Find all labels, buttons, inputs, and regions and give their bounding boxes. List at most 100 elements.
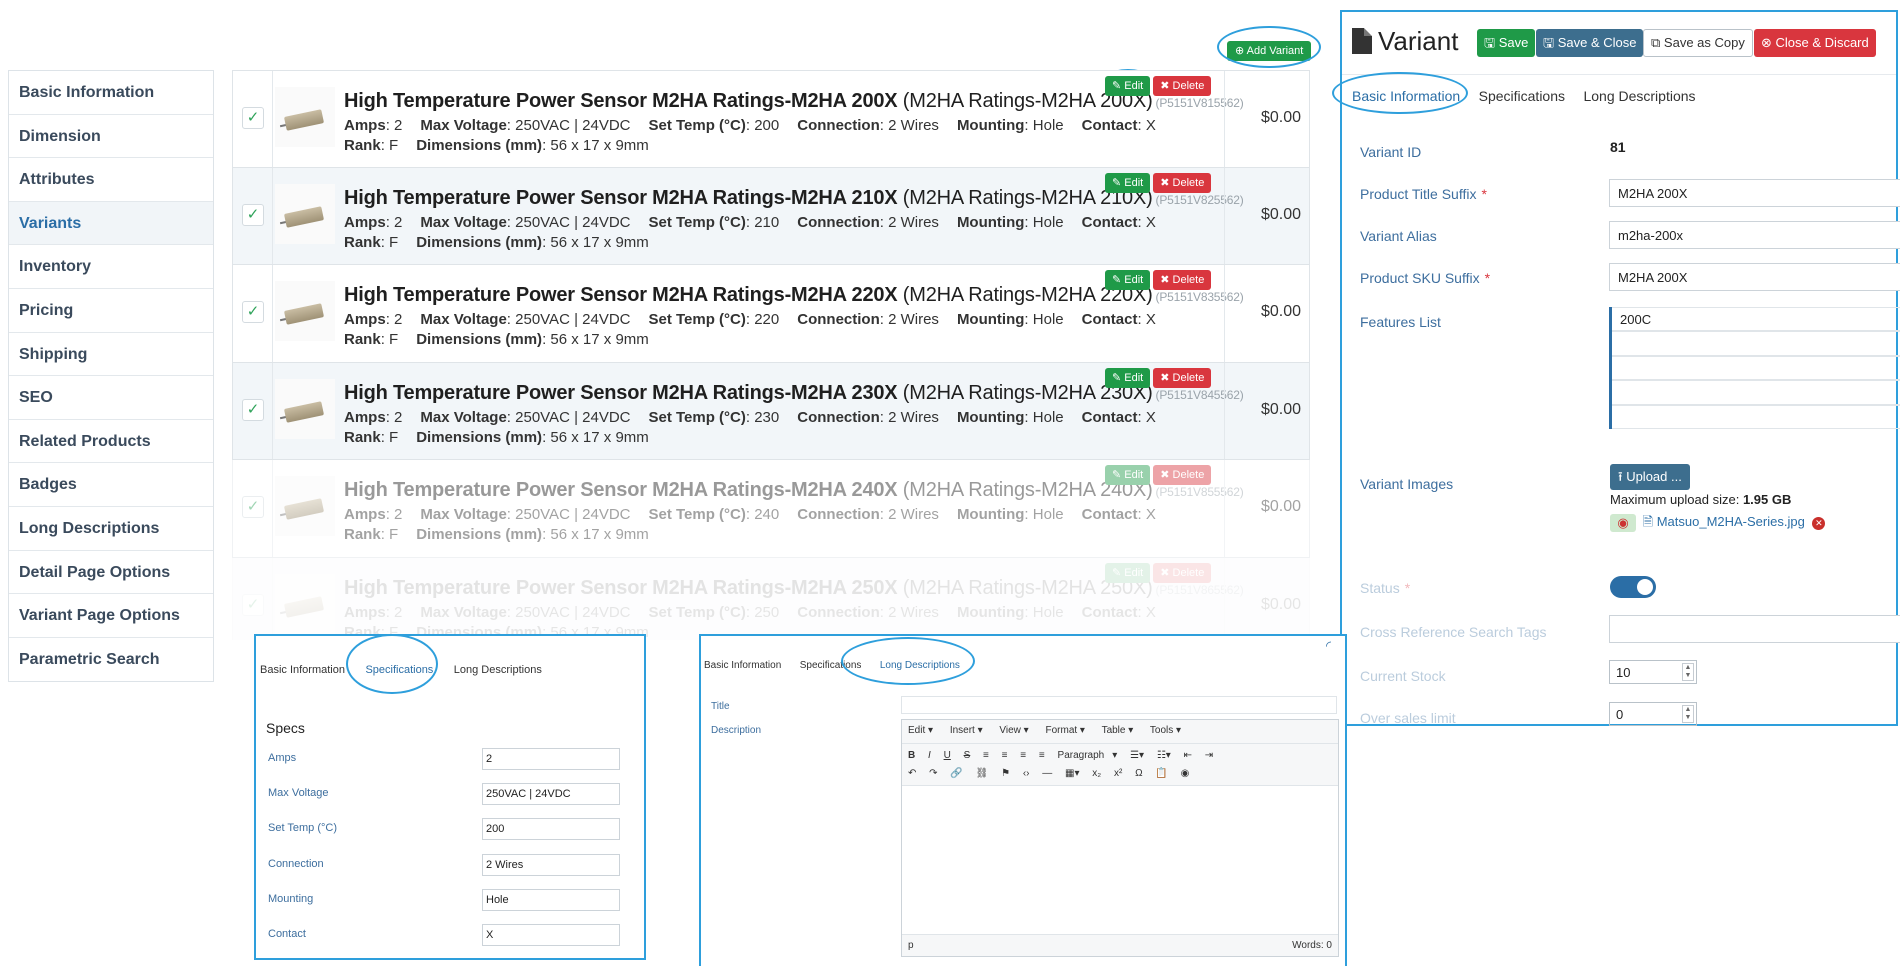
save-close-button[interactable]: 🖫 Save & Close — [1536, 29, 1644, 57]
italic-icon[interactable]: I — [928, 747, 931, 765]
upload-button[interactable]: ⭱ Upload ... — [1610, 464, 1690, 490]
preview-icon[interactable]: ◉ — [1181, 765, 1190, 783]
table-icon[interactable]: ▦▾ — [1065, 765, 1079, 783]
feature-input[interactable] — [1612, 355, 1900, 381]
feature-input[interactable] — [1612, 404, 1900, 429]
code-icon[interactable]: ‹› — [1023, 765, 1030, 783]
row-checkbox[interactable]: ✓ — [242, 107, 264, 129]
spec-input[interactable]: 200 — [482, 818, 620, 840]
variant-title[interactable]: High Temperature Power Sensor M2HA Ratin… — [344, 382, 1244, 405]
redo-icon[interactable]: ↷ — [929, 765, 937, 783]
indent-icon[interactable]: ⇥ — [1205, 747, 1213, 765]
status-toggle[interactable] — [1610, 576, 1656, 598]
spec-input[interactable]: X — [482, 924, 620, 946]
tab-basic-information[interactable]: Basic Information — [704, 660, 781, 671]
menu-insert[interactable]: Insert ▾ — [950, 725, 983, 736]
cross-ref-input[interactable] — [1609, 615, 1900, 643]
sidebar-item-parametric-search[interactable]: Parametric Search — [9, 638, 213, 682]
tab-long-descriptions[interactable]: Long Descriptions — [1583, 88, 1695, 104]
save-as-copy-button[interactable]: ⧉ Save as Copy — [1643, 29, 1753, 57]
paste-icon[interactable]: 📋 — [1155, 765, 1167, 783]
spec-input[interactable]: Hole — [482, 889, 620, 911]
current-stock-stepper[interactable]: 10 ▲ ▼ — [1609, 660, 1697, 684]
tab-long-descriptions[interactable]: Long Descriptions — [454, 664, 542, 676]
title-suffix-input[interactable]: M2HA 200X — [1609, 179, 1900, 207]
special-char-icon[interactable]: Ω — [1135, 765, 1142, 783]
link-icon[interactable]: 🔗 — [950, 765, 962, 783]
align-left-icon[interactable]: ≡ — [983, 747, 989, 765]
feature-input[interactable] — [1612, 331, 1900, 356]
menu-table[interactable]: Table ▾ — [1102, 725, 1134, 736]
stepper-arrows-icon[interactable]: ▲ ▼ — [1682, 663, 1694, 681]
edit-button[interactable]: ✎ Edit — [1105, 172, 1151, 193]
remove-icon[interactable]: ✕ — [1812, 517, 1826, 530]
oversales-stepper[interactable]: 0 ▲ ▼ — [1609, 702, 1697, 726]
undo-icon[interactable]: ↶ — [908, 765, 916, 783]
sidebar-item-basic-information[interactable]: Basic Information — [9, 71, 213, 115]
superscript-icon[interactable]: x² — [1114, 765, 1122, 783]
sidebar-item-inventory[interactable]: Inventory — [9, 245, 213, 289]
feature-input[interactable] — [1612, 380, 1900, 405]
sidebar-item-detail-page-options[interactable]: Detail Page Options — [9, 551, 213, 595]
feature-input[interactable]: 200C — [1612, 307, 1900, 332]
image-file-link[interactable]: Matsuo_M2HA-Series.jpg — [1657, 514, 1805, 529]
numbered-list-icon[interactable]: ☷▾ — [1157, 747, 1171, 765]
align-right-icon[interactable]: ≡ — [1020, 747, 1026, 765]
sidebar-item-variants[interactable]: Variants — [9, 201, 213, 246]
add-variant-button[interactable]: ⊕ Add Variant — [1227, 41, 1312, 61]
variant-title[interactable]: High Temperature Power Sensor M2HA Ratin… — [344, 187, 1244, 210]
edit-button[interactable]: ✎ Edit — [1105, 562, 1151, 583]
tab-specifications[interactable]: Specifications — [1479, 88, 1565, 104]
save-button[interactable]: 🖫 Save — [1477, 29, 1536, 57]
variant-title[interactable]: High Temperature Power Sensor M2HA Ratin… — [344, 479, 1244, 502]
tab-basic-information[interactable]: Basic Information — [1352, 88, 1460, 104]
delete-button[interactable]: ✖ Delete — [1153, 172, 1212, 193]
paragraph-select[interactable]: Paragraph ▾ — [1058, 747, 1118, 765]
menu-format[interactable]: Format ▾ — [1045, 725, 1084, 736]
horizontal-rule-icon[interactable]: — — [1042, 765, 1052, 783]
tab-long-descriptions[interactable]: Long Descriptions — [880, 660, 960, 671]
sidebar-item-attributes[interactable]: Attributes — [9, 158, 213, 202]
align-justify-icon[interactable]: ≡ — [1039, 747, 1045, 765]
sidebar-item-shipping[interactable]: Shipping — [9, 333, 213, 377]
bold-icon[interactable]: B — [908, 747, 915, 765]
spec-input[interactable]: 250VAC | 24VDC — [482, 783, 620, 805]
edit-button[interactable]: ✎ Edit — [1105, 465, 1151, 485]
underline-icon[interactable]: U — [944, 747, 951, 765]
align-center-icon[interactable]: ≡ — [1002, 747, 1008, 765]
variant-title[interactable]: High Temperature Power Sensor M2HA Ratin… — [344, 284, 1244, 307]
row-checkbox[interactable]: ✓ — [242, 398, 264, 421]
edit-button[interactable]: ✎ Edit — [1105, 76, 1151, 96]
row-checkbox[interactable]: ✓ — [242, 496, 264, 518]
sidebar-item-related-products[interactable]: Related Products — [9, 420, 213, 464]
row-checkbox[interactable]: ✓ — [242, 301, 264, 323]
tab-specifications[interactable]: Specifications — [800, 660, 862, 671]
close-discard-button[interactable]: ⊗ Close & Discard — [1754, 29, 1876, 57]
delete-button[interactable]: ✖ Delete — [1153, 367, 1212, 388]
edit-button[interactable]: ✎ Edit — [1105, 367, 1151, 388]
edit-button[interactable]: ✎ Edit — [1105, 270, 1151, 290]
delete-button[interactable]: ✖ Delete — [1153, 76, 1212, 96]
sidebar-item-badges[interactable]: Badges — [9, 463, 213, 507]
menu-tools[interactable]: Tools ▾ — [1150, 725, 1181, 736]
tab-basic-information[interactable]: Basic Information — [260, 664, 345, 676]
tab-specifications[interactable]: Specifications — [365, 664, 433, 676]
bullet-list-icon[interactable]: ☰▾ — [1130, 747, 1144, 765]
sidebar-item-long-descriptions[interactable]: Long Descriptions — [9, 507, 213, 551]
row-checkbox[interactable]: ✓ — [242, 593, 264, 616]
variant-title[interactable]: High Temperature Power Sensor M2HA Ratin… — [344, 90, 1244, 113]
sku-suffix-input[interactable]: M2HA 200X — [1609, 263, 1900, 291]
spec-input[interactable]: 2 Wires — [482, 854, 620, 876]
outdent-icon[interactable]: ⇤ — [1184, 747, 1192, 765]
variant-alias-input[interactable]: m2ha-200x — [1609, 221, 1900, 249]
strikethrough-icon[interactable]: S — [964, 747, 971, 765]
spec-input[interactable]: 2 — [482, 748, 620, 770]
sidebar-item-pricing[interactable]: Pricing — [9, 289, 213, 333]
sidebar-item-seo[interactable]: SEO — [9, 376, 213, 420]
delete-button[interactable]: ✖ Delete — [1153, 270, 1212, 290]
menu-edit[interactable]: Edit ▾ — [908, 725, 933, 736]
bookmark-icon[interactable]: ⚑ — [1001, 765, 1010, 783]
menu-view[interactable]: View ▾ — [999, 725, 1028, 736]
row-checkbox[interactable]: ✓ — [242, 203, 264, 226]
stepper-arrows-icon[interactable]: ▲ ▼ — [1682, 705, 1694, 723]
